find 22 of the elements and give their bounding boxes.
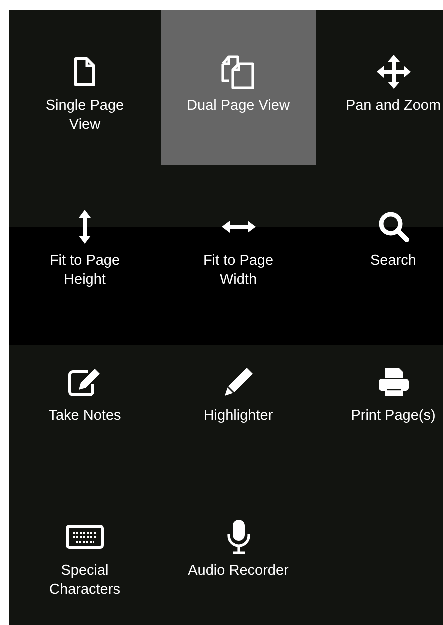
search-icon <box>378 211 410 243</box>
menu-tile[interactable]: Print Page(s) <box>316 320 443 475</box>
microphone-icon <box>226 519 252 555</box>
horizontal-arrow-icon <box>220 220 256 234</box>
menu-tile[interactable]: Take Notes <box>9 320 161 475</box>
menu-tile[interactable]: Single Page View <box>9 10 161 165</box>
menu-tile[interactable]: Dual Page View <box>161 10 316 165</box>
menu-tile[interactable]: Search <box>316 165 443 320</box>
menu-tile[interactable]: Highlighter <box>161 320 316 475</box>
menu-tile[interactable]: Audio Recorder <box>161 475 316 625</box>
menu-tile[interactable]: Fit to Page Width <box>161 165 316 320</box>
vertical-arrow-icon <box>78 209 92 245</box>
printer-icon <box>378 366 410 398</box>
keyboard-icon <box>66 525 104 549</box>
move-icon <box>376 54 412 90</box>
pages-icon <box>220 54 258 90</box>
edit-note-icon <box>68 367 102 397</box>
menu-tile[interactable]: Pan and Zoom <box>316 10 443 165</box>
pencil-icon <box>222 366 254 398</box>
menu-tile[interactable]: Fit to Page Height <box>9 165 161 320</box>
page-icon <box>73 57 97 87</box>
menu-tile[interactable]: Special Characters <box>9 475 161 625</box>
